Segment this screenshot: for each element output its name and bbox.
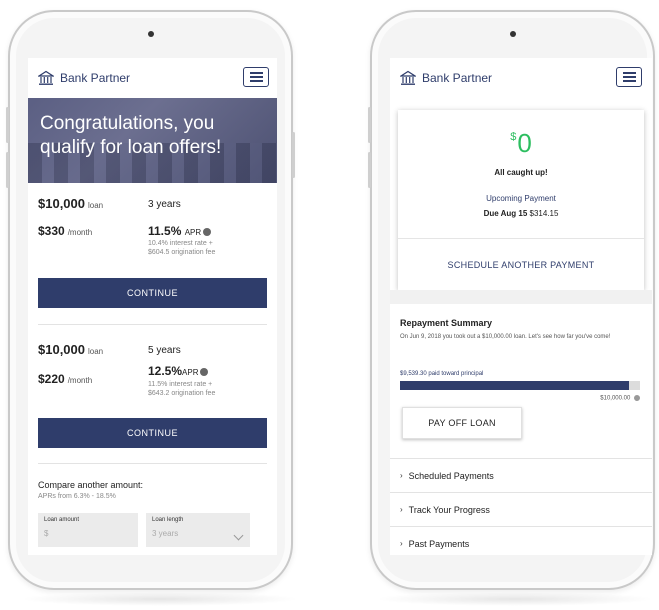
field-label: Loan length [152, 517, 184, 523]
divider [38, 324, 267, 325]
chevron-right-icon: › [400, 505, 403, 514]
hamburger-icon [249, 72, 263, 74]
pay-off-loan-button[interactable]: PAY OFF LOAN [402, 407, 522, 439]
volume-button [6, 152, 9, 188]
continue-button[interactable]: CONTINUE [38, 278, 267, 308]
info-icon[interactable] [200, 367, 209, 376]
offer-monthly: $220/month [38, 372, 93, 386]
app-header: Bank Partner [390, 58, 652, 98]
hero-title: Congratulations, you qualify for loan of… [40, 113, 222, 158]
compare-subtitle: APRs from 6.3% - 18.5% [38, 493, 116, 500]
divider [38, 463, 267, 464]
accordion-scheduled-payments[interactable]: › Scheduled Payments [390, 458, 652, 492]
compare-title: Compare another amount: [38, 480, 144, 490]
section-separator [390, 290, 652, 304]
progress-fill [400, 381, 629, 390]
loan-amount-input[interactable]: Loan amount $ [38, 513, 138, 547]
phone-left: Bank Partner Congratulations, you qualif… [6, 10, 295, 590]
bank-icon [400, 70, 416, 85]
volume-button [6, 107, 9, 143]
screen-dashboard: Bank Partner $0 All caught up! Upcoming … [390, 58, 652, 555]
continue-button[interactable]: CONTINUE [38, 418, 267, 448]
camera-icon [509, 31, 516, 37]
menu-button[interactable] [243, 67, 269, 87]
offer-amount: $10,000 loan [38, 196, 104, 211]
field-label: Loan amount [44, 517, 80, 523]
volume-button [368, 107, 371, 143]
status-text: All caught up! [494, 168, 548, 177]
repayment-progress-bar [400, 381, 640, 390]
menu-button[interactable] [616, 67, 642, 87]
loan-total-label: $10,000.00 [600, 395, 640, 402]
payment-status-card: $0 All caught up! Upcoming Payment Due A… [398, 110, 644, 290]
repayment-summary-title: Repayment Summary [400, 318, 493, 328]
balance-amount: $0 [510, 128, 532, 158]
loan-offer: $10,000 loan 3 years $330/month 11.5% APR… [38, 196, 267, 276]
chevron-right-icon: › [400, 471, 403, 480]
brand-name: Bank Partner [422, 71, 493, 85]
power-button [292, 132, 295, 178]
screen-loan-offers: Bank Partner Congratulations, you qualif… [28, 58, 277, 555]
schedule-payment-link[interactable]: SCHEDULE ANOTHER PAYMENT [398, 260, 644, 270]
field-value: $ [44, 529, 49, 538]
offer-apr: 11.5% APR [148, 224, 212, 238]
brand[interactable]: Bank Partner [38, 70, 130, 86]
phone-shadow [20, 592, 300, 606]
repayment-summary-text: On Jun 9, 2018 you took out a $10,000.00… [400, 334, 611, 340]
brand-name: Bank Partner [60, 71, 131, 85]
brand[interactable]: Bank Partner [400, 70, 492, 86]
accordion-past-payments[interactable]: › Past Payments [390, 526, 652, 555]
phone-right: Bank Partner $0 All caught up! Upcoming … [368, 10, 655, 590]
offer-apr: 12.5%APR [148, 364, 209, 378]
app-header: Bank Partner [28, 58, 277, 98]
due-date: Due Aug 15 $314.15 [483, 209, 559, 218]
offer-fine-print: 11.5% interest rate + $643.2 origination … [148, 381, 216, 397]
accordion-track-progress[interactable]: › Track Your Progress [390, 492, 652, 526]
offer-monthly: $330/month [38, 224, 93, 238]
offer-term: 5 years [148, 345, 181, 356]
paid-principal-label: $9,539.30 paid toward principal [400, 371, 484, 377]
chevron-right-icon: › [400, 539, 403, 548]
divider [398, 238, 644, 239]
hamburger-icon [622, 72, 636, 74]
volume-button [368, 152, 371, 188]
hero-banner: Congratulations, you qualify for loan of… [28, 98, 277, 183]
info-icon[interactable] [634, 395, 640, 401]
loan-length-select[interactable]: Loan length 3 years [146, 513, 250, 547]
offer-term: 3 years [148, 199, 181, 210]
loan-offer: $10,000 loan 5 years $220/month 12.5%APR … [38, 342, 267, 422]
phone-shadow [375, 592, 655, 606]
camera-icon [147, 31, 154, 37]
upcoming-payment-label: Upcoming Payment [486, 194, 556, 203]
bank-icon [38, 70, 54, 85]
field-value: 3 years [152, 529, 179, 538]
offer-amount: $10,000 loan [38, 342, 104, 357]
info-icon[interactable] [203, 227, 212, 236]
offer-fine-print: 10.4% interest rate + $604.5 origination … [148, 240, 216, 256]
